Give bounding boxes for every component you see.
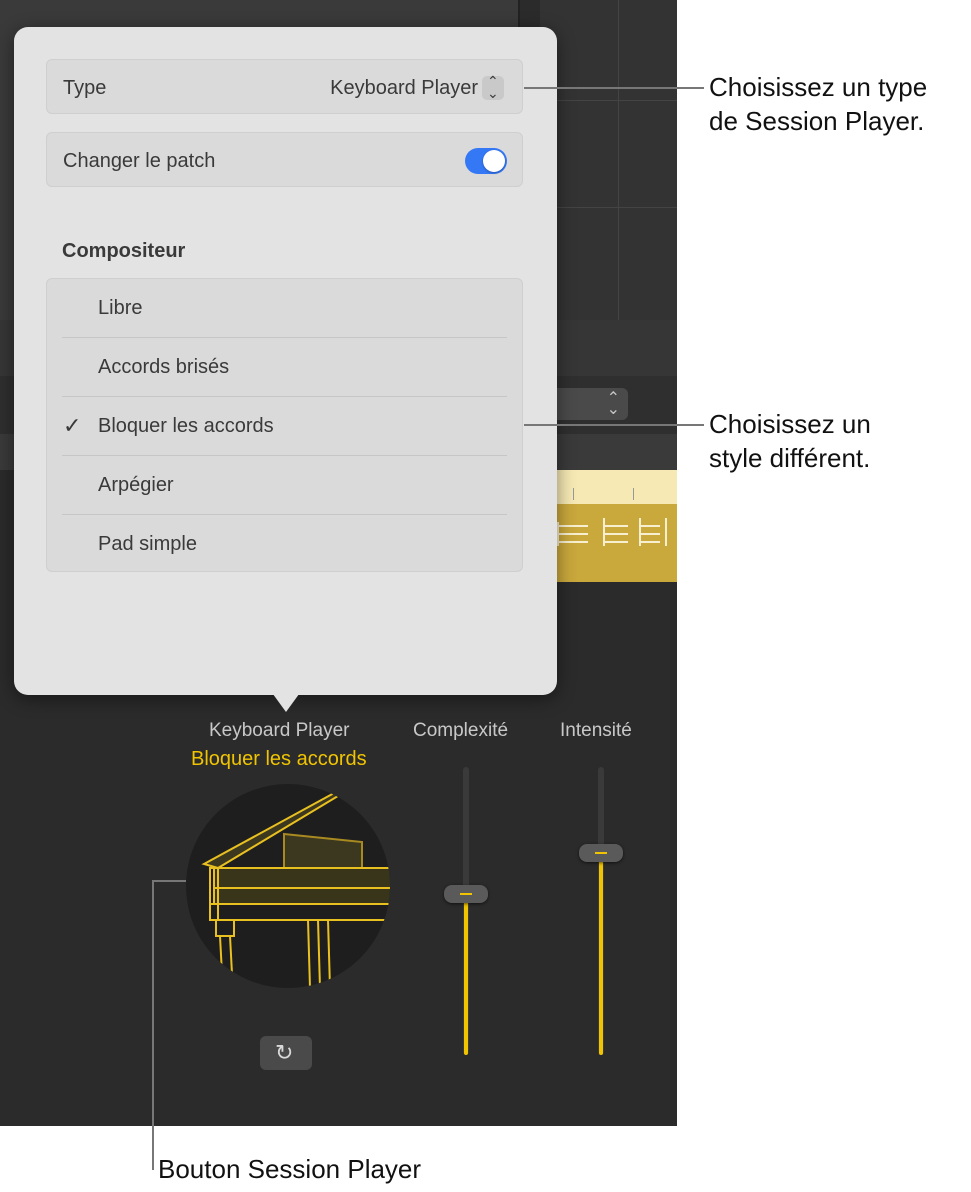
callout-button: Bouton Session Player: [158, 1154, 422, 1184]
patch-row: Changer le patch: [46, 132, 523, 187]
ruler-tick: [633, 488, 634, 500]
style-list: Libre Accords brisés ✓ Bloquer les accor…: [46, 278, 523, 572]
style-item-accords-brises[interactable]: Accords brisés: [47, 338, 522, 397]
checkmark-icon: ✓: [63, 413, 82, 438]
style-label: Pad simple: [98, 533, 197, 555]
chord-notes: [557, 518, 667, 546]
intensity-label: Intensité: [560, 720, 632, 741]
callout-type: Choisissez un type de Session Player.: [709, 72, 928, 136]
ruler-tick: [573, 488, 574, 500]
toggle-knob: [483, 150, 505, 172]
player-name: Keyboard Player: [209, 720, 350, 741]
style-item-arpegier[interactable]: Arpégier: [47, 456, 522, 515]
grid-line: [540, 100, 677, 101]
grid-line: [618, 0, 619, 320]
popover-arrow: [270, 690, 302, 712]
callout-line-type: [524, 87, 704, 89]
style-label: Bloquer les accords: [98, 415, 274, 437]
patch-toggle[interactable]: [465, 148, 507, 174]
session-player-popover: Type Keyboard Player ⌃ ⌄ Changer le patch…: [14, 27, 557, 695]
complexity-thumb[interactable]: [444, 884, 488, 903]
style-label: Arpégier: [98, 474, 174, 496]
popup-selector[interactable]: ⌃ ⌄: [548, 388, 628, 420]
intensity-fill: [599, 853, 603, 1055]
refresh-button[interactable]: ↻: [260, 1036, 312, 1070]
style-item-bloquer-les-accords[interactable]: ✓ Bloquer les accords: [47, 397, 522, 456]
thumb-marker: [595, 852, 607, 855]
piano-icon: [201, 790, 390, 988]
grid-line: [540, 207, 677, 208]
compositeur-title: Compositeur: [62, 240, 186, 262]
callout-line-style: [524, 424, 704, 426]
style-label: Accords brisés: [98, 356, 230, 378]
session-player-button[interactable]: [186, 784, 390, 988]
intensity-thumb[interactable]: [579, 844, 623, 863]
chevron-updown-icon: ⌃ ⌄: [487, 73, 499, 101]
type-popup-button[interactable]: ⌃ ⌄: [482, 73, 504, 101]
complexity-fill: [464, 893, 468, 1055]
callout-style: Choisissez un style différent.: [709, 409, 871, 473]
chevron-updown-icon: ⌃ ⌄: [606, 390, 620, 418]
refresh-icon: ↻: [275, 1040, 294, 1065]
style-item-pad-simple[interactable]: Pad simple: [47, 515, 522, 574]
complexity-label: Complexité: [413, 720, 509, 741]
style-item-libre[interactable]: Libre: [47, 279, 522, 338]
thumb-marker: [460, 892, 472, 895]
callout-line-button-h: [152, 880, 186, 882]
callout-line-button-v: [152, 880, 154, 1170]
type-label: Type: [63, 77, 107, 99]
type-value: Keyboard Player: [330, 77, 478, 99]
region-body[interactable]: [548, 504, 677, 582]
player-style: Bloquer les accords: [191, 748, 367, 770]
region-header: [548, 470, 677, 504]
type-row[interactable]: Type Keyboard Player ⌃ ⌄: [46, 59, 523, 114]
style-label: Libre: [98, 297, 143, 319]
track-lane: [540, 0, 677, 320]
patch-label: Changer le patch: [63, 150, 216, 172]
